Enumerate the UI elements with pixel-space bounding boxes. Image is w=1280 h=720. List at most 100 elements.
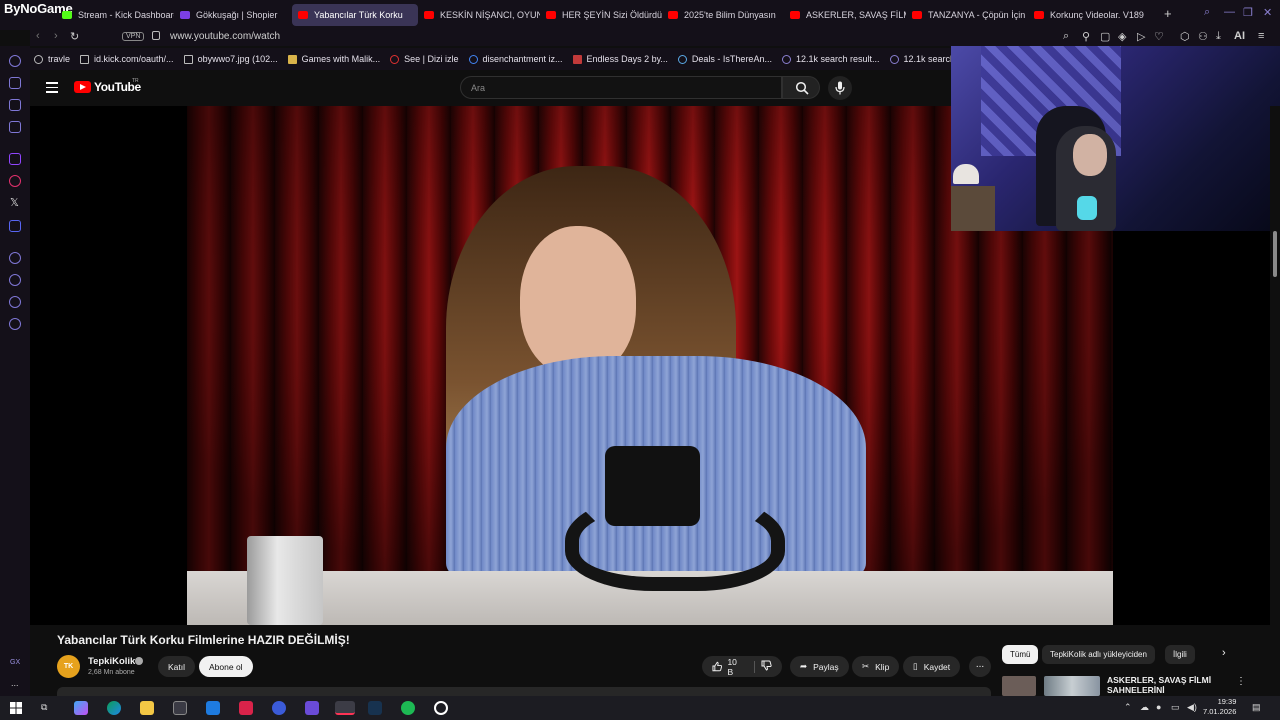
sidebar-more-icon[interactable]: ... bbox=[11, 678, 19, 688]
back-icon[interactable]: ‹ bbox=[36, 30, 40, 42]
clock-icon[interactable] bbox=[9, 274, 21, 286]
chip-from-uploader[interactable]: TepkiKolik adlı yükleyiciden bbox=[1042, 645, 1155, 664]
spotify-icon[interactable] bbox=[401, 701, 415, 715]
bookmark-item[interactable]: Deals - IsThereAn... bbox=[677, 54, 772, 64]
steam-icon[interactable] bbox=[368, 701, 382, 715]
search-input[interactable]: Ara bbox=[460, 76, 782, 99]
recommended-video-thumbnail[interactable] bbox=[1044, 676, 1100, 696]
new-tab-button[interactable]: + bbox=[1164, 6, 1172, 21]
file-explorer-icon[interactable] bbox=[140, 701, 154, 715]
player-icon[interactable] bbox=[9, 252, 21, 264]
search-tabs-icon[interactable]: ⌕ bbox=[1204, 6, 1210, 19]
app-icon[interactable] bbox=[239, 701, 253, 715]
dislike-button[interactable] bbox=[761, 660, 772, 673]
app-icon[interactable] bbox=[272, 701, 286, 715]
instagram-icon[interactable] bbox=[9, 175, 21, 187]
play-icon[interactable]: ▷ bbox=[1137, 30, 1145, 43]
pin-icon[interactable]: ⚲ bbox=[1082, 30, 1090, 43]
tray-app-icon[interactable]: ☁ bbox=[1140, 702, 1149, 713]
tab-kick-dashboard[interactable]: Stream - Kick Dashboard bbox=[56, 4, 174, 26]
tab-youtube[interactable]: HER ŞEYİN Sizi Öldürdüğ bbox=[540, 4, 662, 26]
bookmark-item[interactable]: 12.1k search result... bbox=[781, 54, 880, 64]
chevron-right-icon[interactable]: › bbox=[1222, 647, 1226, 659]
forward-icon[interactable]: › bbox=[54, 30, 58, 42]
vpn-badge[interactable]: VPN bbox=[122, 32, 145, 41]
channel-name[interactable]: TepkiKolik bbox=[88, 656, 135, 667]
snapshot-icon[interactable]: ▢ bbox=[1100, 30, 1110, 43]
save-button[interactable]: ▯ Kaydet bbox=[903, 656, 961, 677]
tab-youtube[interactable]: Korkunç Videolar. V189 bbox=[1028, 4, 1146, 26]
page-scrollbar[interactable] bbox=[1270, 106, 1280, 696]
app-icon[interactable] bbox=[305, 701, 319, 715]
heart-icon[interactable]: ♡ bbox=[1154, 30, 1164, 43]
voice-search-button[interactable] bbox=[828, 76, 852, 100]
chip-related[interactable]: İlgili bbox=[1165, 645, 1195, 664]
extensions-icon[interactable]: ⬡ bbox=[1180, 30, 1190, 43]
chip-all[interactable]: Tümü bbox=[1002, 645, 1039, 664]
notifications-icon[interactable]: ▤ bbox=[1252, 702, 1261, 713]
app-icon[interactable] bbox=[434, 701, 448, 715]
close-icon[interactable]: ✕ bbox=[1263, 6, 1272, 19]
bookmark-item[interactable]: obywwo7.jpg (102... bbox=[183, 54, 278, 64]
x-twitter-icon[interactable]: 𝕏 bbox=[10, 196, 19, 209]
opera-gx-icon[interactable] bbox=[335, 701, 355, 715]
download-icon[interactable]: ⤓ bbox=[1216, 30, 1221, 43]
news-icon[interactable] bbox=[9, 121, 21, 133]
lock-icon[interactable] bbox=[152, 31, 160, 40]
reload-icon[interactable]: ↻ bbox=[70, 30, 79, 43]
messenger-icon[interactable] bbox=[9, 99, 21, 111]
recommended-channel-thumb[interactable] bbox=[1002, 676, 1036, 696]
scrollbar-thumb[interactable] bbox=[1273, 231, 1277, 277]
like-button[interactable]: 10 B bbox=[712, 657, 744, 677]
wallet-icon[interactable]: ⚇ bbox=[1198, 30, 1208, 43]
bookmark-item[interactable]: disenchantment iz... bbox=[468, 54, 563, 64]
tab-youtube[interactable]: KESKİN NİŞANCI, OYUN bbox=[418, 4, 540, 26]
menu-icon[interactable]: ≡ bbox=[1258, 30, 1264, 42]
recommended-video-title[interactable]: ASKERLER, SAVAŞ FİLMİ SAHNELERİNİ YORUML… bbox=[1107, 675, 1225, 696]
share-button[interactable]: ➦ Paylaş bbox=[790, 656, 849, 677]
bookmark-item[interactable]: Endless Days 2 by... bbox=[572, 54, 668, 64]
volume-icon[interactable]: ◀︎) bbox=[1187, 702, 1197, 713]
settings-icon[interactable] bbox=[9, 318, 21, 330]
windows-start-icon[interactable] bbox=[10, 702, 22, 714]
zoom-icon[interactable]: ⌕ bbox=[1063, 30, 1069, 43]
pinboard-icon[interactable] bbox=[9, 296, 21, 308]
gx-control-icon[interactable] bbox=[9, 77, 21, 89]
microphone-tray-icon[interactable]: ● bbox=[1156, 702, 1161, 712]
mail-icon[interactable] bbox=[206, 701, 220, 715]
recommended-more-icon[interactable]: ⋮ bbox=[1236, 676, 1246, 687]
subscribe-button[interactable]: Abone ol bbox=[199, 656, 253, 677]
history-icon[interactable] bbox=[9, 55, 21, 67]
clip-button[interactable]: ✂ Klip bbox=[852, 656, 900, 677]
tab-shopier[interactable]: Gökkuşağı | Shopier bbox=[174, 4, 292, 26]
store-icon[interactable] bbox=[173, 701, 187, 715]
bookmark-item[interactable]: See | Dizi izle bbox=[390, 54, 459, 64]
copilot-icon[interactable] bbox=[74, 701, 88, 715]
tray-expand-icon[interactable]: ⌃ bbox=[1124, 702, 1132, 713]
channel-avatar[interactable]: TK bbox=[57, 655, 80, 678]
youtube-logo[interactable]: YouTube bbox=[74, 80, 141, 94]
network-icon[interactable]: ▭ bbox=[1171, 702, 1180, 713]
shield-icon[interactable]: ◈ bbox=[1118, 30, 1126, 43]
search-button[interactable] bbox=[782, 76, 820, 99]
tab-active-youtube[interactable]: Yabancılar Türk Korku bbox=[292, 4, 418, 26]
bookmark-item[interactable]: travle bbox=[34, 54, 70, 64]
task-view-icon[interactable]: ⧉ bbox=[41, 702, 47, 713]
maximize-icon[interactable]: ❐ bbox=[1243, 6, 1253, 19]
more-actions-button[interactable]: ... bbox=[969, 656, 991, 677]
taskbar-clock[interactable]: 19:39 7.01.2026 bbox=[1203, 697, 1236, 717]
address-bar[interactable]: www.youtube.com/watch bbox=[170, 31, 280, 42]
bookmark-item[interactable]: id.kick.com/oauth/... bbox=[80, 54, 174, 64]
tab-youtube[interactable]: 2025'te Bilim Dünyasın bbox=[662, 4, 784, 26]
discord-icon[interactable] bbox=[9, 220, 21, 232]
edge-icon[interactable] bbox=[107, 701, 121, 715]
ai-button[interactable]: AI bbox=[1234, 30, 1245, 42]
hamburger-menu-icon[interactable] bbox=[46, 82, 58, 96]
tab-youtube[interactable]: TANZANYA - Çöpün İçin bbox=[906, 4, 1028, 26]
join-button[interactable]: Katıl bbox=[158, 656, 196, 677]
twitch-icon[interactable] bbox=[9, 153, 21, 165]
minimize-icon[interactable]: — bbox=[1224, 6, 1235, 18]
tab-youtube[interactable]: ASKERLER, SAVAŞ FİLMİ bbox=[784, 4, 906, 26]
bookmark-item[interactable]: Games with Malik... bbox=[287, 54, 380, 64]
description-box[interactable] bbox=[57, 687, 991, 696]
